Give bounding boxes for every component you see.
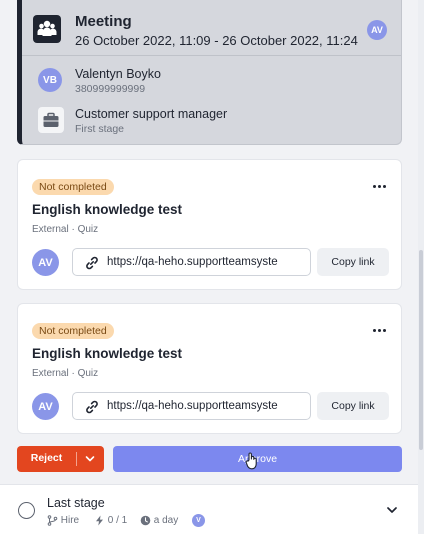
- reject-button[interactable]: Reject: [17, 446, 104, 472]
- chevron-down-icon[interactable]: [385, 503, 399, 517]
- test-title: English knowledge test: [32, 346, 183, 361]
- link-icon: [86, 256, 98, 270]
- chevron-down-icon[interactable]: [84, 454, 96, 464]
- meeting-card[interactable]: Meeting 26 October 2022, 11:09 - 26 Octo…: [17, 0, 402, 145]
- link-icon: [86, 400, 98, 414]
- meeting-divider: [22, 55, 401, 56]
- branch-icon: [47, 515, 58, 526]
- stage-title: Last stage: [47, 496, 105, 510]
- people-icon: [33, 15, 61, 43]
- briefcase-icon: [38, 107, 64, 133]
- candidate-avatar: VB: [38, 68, 62, 92]
- test-link-text: https://qa-heho.supportteamsyste: [107, 256, 278, 268]
- status-badge: Not completed: [32, 323, 114, 339]
- reject-divider: [76, 452, 77, 466]
- stage-progress-label: 0 / 1: [107, 515, 128, 526]
- scrollbar-thumb[interactable]: [419, 250, 423, 450]
- meeting-assignee-avatar[interactable]: AV: [367, 20, 387, 40]
- job-title: Customer support manager: [75, 107, 228, 121]
- status-badge: Not completed: [32, 179, 114, 195]
- test-subtitle: External · Quiz: [32, 224, 99, 235]
- stage-duration: a day: [140, 514, 178, 528]
- assignee-avatar[interactable]: AV: [32, 393, 59, 420]
- copy-link-button[interactable]: Copy link: [317, 392, 389, 420]
- more-options-icon[interactable]: [369, 322, 389, 338]
- test-subtitle: External · Quiz: [32, 368, 99, 379]
- stage-duration-label: a day: [153, 515, 179, 526]
- copy-link-button[interactable]: Copy link: [317, 248, 389, 276]
- test-link-field[interactable]: https://qa-heho.supportteamsyste: [72, 248, 311, 276]
- meeting-header: Meeting 26 October 2022, 11:09 - 26 Octo…: [32, 12, 391, 52]
- lightning-icon: [96, 515, 103, 526]
- stage-status-circle: [18, 502, 35, 519]
- test-link-text: https://qa-heho.supportteamsyste: [107, 400, 278, 412]
- candidate-phone: 380999999999: [75, 83, 146, 95]
- reject-label: Reject: [30, 452, 63, 464]
- test-card: Not completed English knowledge test Ext…: [17, 303, 402, 434]
- stage-type: Hire: [47, 514, 79, 528]
- test-link-field[interactable]: https://qa-heho.supportteamsyste: [72, 392, 311, 420]
- meeting-title: Meeting: [75, 13, 132, 30]
- clock-icon: [140, 515, 151, 526]
- more-options-icon[interactable]: [369, 178, 389, 194]
- candidate-name: Valentyn Boyko: [75, 67, 161, 81]
- job-row[interactable]: Customer support manager First stage: [32, 106, 391, 136]
- last-stage-row[interactable]: Last stage Hire 0 / 1 a day V: [0, 484, 418, 534]
- job-stage: First stage: [75, 123, 125, 135]
- stage-progress: 0 / 1: [94, 514, 127, 528]
- stage-type-label: Hire: [60, 515, 80, 526]
- stage-assignee-avatar[interactable]: V: [192, 514, 205, 527]
- test-title: English knowledge test: [32, 202, 183, 217]
- hand-cursor-icon: [245, 452, 257, 470]
- test-card: Not completed English knowledge test Ext…: [17, 159, 402, 290]
- meeting-time: 26 October 2022, 11:09 - 26 October 2022…: [75, 33, 358, 48]
- candidate-row[interactable]: VB Valentyn Boyko 380999999999: [32, 66, 391, 96]
- assignee-avatar[interactable]: AV: [32, 249, 59, 276]
